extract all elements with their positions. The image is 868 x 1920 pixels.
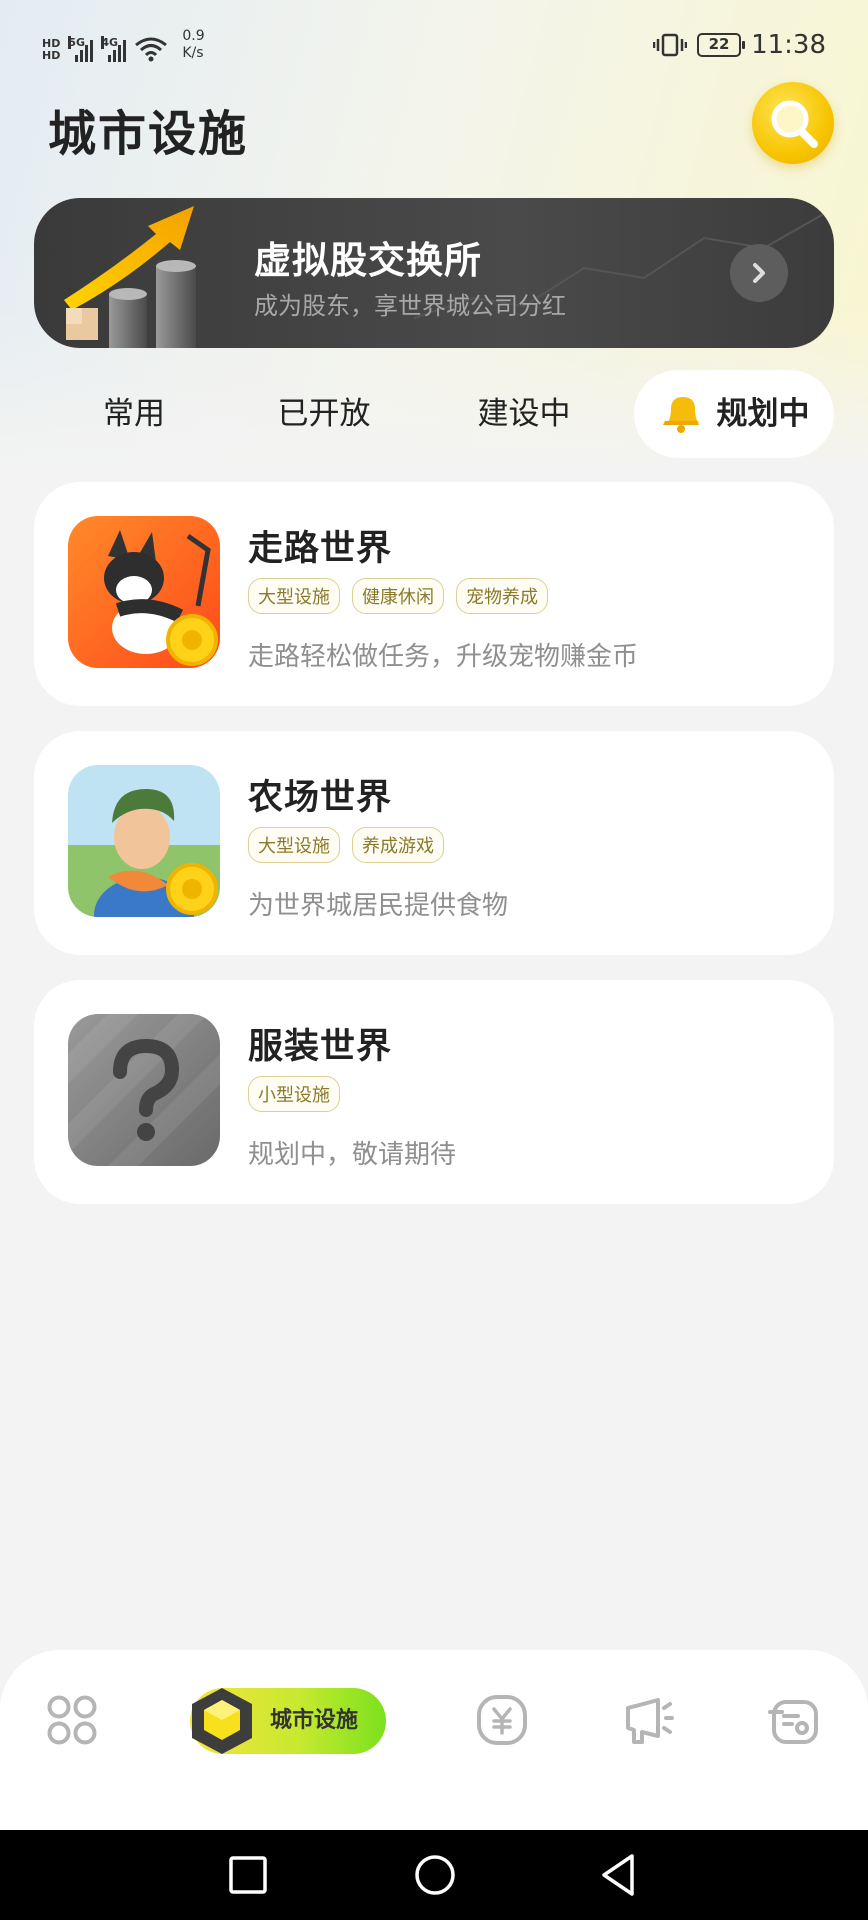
grid-apps-icon[interactable] [46,1694,98,1746]
status-bar: HD HD 5G 4G 0.9 K/s 22 11:38 [0,0,868,90]
wifi-icon [135,37,168,62]
speed-value: 0.9 [182,28,205,44]
tab-planned-label: 规划中 [716,396,810,432]
vibrate-icon [653,33,688,57]
tab-planned[interactable]: 规划中 [634,370,834,458]
yuan-coin-icon[interactable] [476,1694,528,1746]
message-box-icon[interactable] [768,1694,820,1746]
facility-tags: 小型设施 [248,1076,340,1112]
recent-apps-icon[interactable] [228,1850,268,1900]
tag: 健康休闲 [352,578,444,614]
back-icon[interactable] [598,1850,638,1900]
system-navigation-bar [0,1830,868,1920]
banner-subtitle: 成为股东，享世界城公司分红 [254,292,566,320]
nav-active-label: 城市设施 [270,1708,359,1733]
banner-arrow-button[interactable] [730,244,788,302]
stock-exchange-banner[interactable]: 虚拟股交换所 成为股东，享世界城公司分红 [34,198,834,348]
speed-unit: K/s [182,45,204,61]
nav-city-facilities[interactable]: 城市设施 [190,1688,386,1754]
facility-card-clothing[interactable]: 服装世界 小型设施 规划中，敬请期待 [34,980,834,1204]
facility-title: 农场世界 [248,778,393,818]
city-cube-icon [192,1688,252,1754]
tag: 宠物养成 [456,578,548,614]
facility-card-farm[interactable]: 农场世界 大型设施 养成游戏 为世界城居民提供食物 [34,731,834,955]
tag: 小型设施 [248,1076,340,1112]
net-5g-label: 5G [68,36,86,49]
chevron-right-icon [753,263,765,283]
facility-title: 服装世界 [248,1027,393,1067]
signal-5g-icon: 5G [68,36,94,62]
banner-title: 虚拟股交换所 [254,239,482,282]
search-button[interactable] [752,82,834,164]
facility-tags: 大型设施 养成游戏 [248,827,444,863]
battery-icon: 22 [697,33,746,57]
signal-4g-icon: 4G [101,36,127,62]
tag: 大型设施 [248,578,340,614]
page-title: 城市设施 [48,106,249,162]
facility-description: 为世界城居民提供食物 [248,891,509,921]
search-magnifier-icon [771,100,818,148]
megaphone-icon[interactable] [622,1694,674,1746]
tag: 大型设施 [248,827,340,863]
facility-tabs: 常用 已开放 建设中 规划中 [34,370,834,458]
hd-bottom-label: HD [42,49,61,62]
facility-title: 走路世界 [248,529,393,569]
bell-icon [662,396,699,433]
question-mark-icon [68,1014,220,1166]
facility-description: 走路轻松做任务，升级宠物赚金币 [248,642,639,672]
bottom-nav: 城市设施 [0,1650,868,1830]
network-speed: 0.9 K/s [182,28,204,62]
tab-opened[interactable]: 已开放 [254,370,394,458]
hd-indicator: HD HD [42,38,60,62]
walking-dog-icon [68,516,220,668]
facility-description: 规划中，敬请期待 [248,1140,457,1170]
facility-tags: 大型设施 健康休闲 宠物养成 [248,578,548,614]
tag: 养成游戏 [352,827,444,863]
home-icon[interactable] [412,1850,458,1900]
clock: 11:38 [751,30,826,60]
status-left: HD HD 5G 4G 0.9 K/s [42,28,205,62]
rising-bars-icon [64,206,196,348]
tab-common[interactable]: 常用 [74,370,194,458]
tab-under-construction[interactable]: 建设中 [454,370,594,458]
facility-card-walking[interactable]: 走路世界 大型设施 健康休闲 宠物养成 走路轻松做任务，升级宠物赚金币 [34,482,834,706]
net-4g-label: 4G [101,36,119,49]
farmer-icon [68,765,220,917]
status-right: 22 11:38 [653,30,826,60]
